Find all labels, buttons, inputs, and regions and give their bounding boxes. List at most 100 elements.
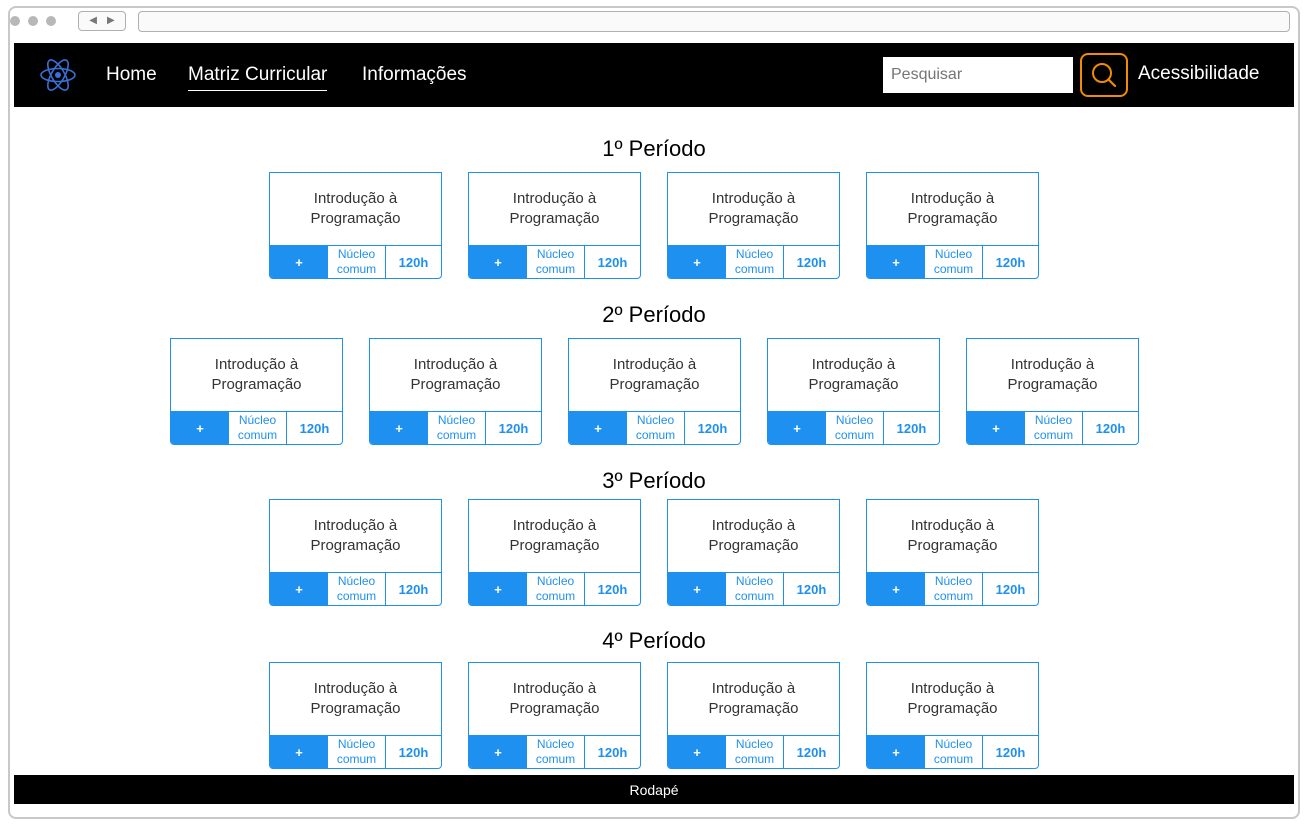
course-core-label: Núcleo comum <box>726 246 784 278</box>
core-line: Núcleo <box>337 247 376 261</box>
expand-course-button[interactable]: + <box>469 736 527 768</box>
course-name-line: Introdução à <box>313 190 398 207</box>
expand-course-button[interactable]: + <box>867 573 925 605</box>
expand-course-button[interactable]: + <box>270 246 328 278</box>
course-core-label: Núcleo comum <box>328 246 386 278</box>
back-arrow-icon[interactable]: ◀ <box>89 16 97 26</box>
course-name[interactable]: Introdução à Programação <box>269 499 442 573</box>
course-name[interactable]: Introdução à Programação <box>170 338 343 412</box>
course-core-label: Núcleo comum <box>428 412 486 444</box>
expand-course-button[interactable]: + <box>668 736 726 768</box>
course-name[interactable]: Introdução à Programação <box>468 499 641 573</box>
course-core-label: Núcleo comum <box>527 246 585 278</box>
search-button[interactable] <box>1080 53 1128 97</box>
core-line: comum <box>237 428 278 442</box>
course-meta: + Núcleo comum 120h <box>468 245 641 279</box>
course-card[interactable]: Introdução à Programação + Núcleo comum 120h <box>866 172 1039 279</box>
nav-informacoes[interactable]: Informações <box>362 64 467 86</box>
course-card[interactable]: Introdução à Programação + Núcleo comum 120h <box>468 172 641 279</box>
course-name-line: Programação <box>410 376 501 393</box>
course-hours: 120h <box>995 254 1026 270</box>
course-card[interactable]: Introdução à Programação + Núcleo comum 120h <box>667 662 840 769</box>
course-card[interactable]: Introdução à Programação + Núcleo comum 120h <box>568 338 741 445</box>
course-card[interactable]: Introdução à Programação + Núcleo comum 120h <box>369 338 542 445</box>
course-name-line: Introdução à <box>612 356 697 373</box>
window-dot-icon[interactable] <box>28 16 38 26</box>
course-name-line: Programação <box>907 700 998 717</box>
course-name[interactable]: Introdução à Programação <box>866 662 1039 736</box>
course-name[interactable]: Introdução à Programação <box>369 338 542 412</box>
course-name[interactable]: Introdução à Programação <box>667 662 840 736</box>
course-name-line: Programação <box>509 210 600 227</box>
expand-course-button[interactable]: + <box>270 573 328 605</box>
window-dot-icon[interactable] <box>10 16 20 26</box>
course-meta: + Núcleo comum 120h <box>667 572 840 606</box>
course-meta: + Núcleo comum 120h <box>170 411 343 445</box>
expand-course-button[interactable]: + <box>867 736 925 768</box>
course-name[interactable]: Introdução à Programação <box>269 662 442 736</box>
course-card[interactable]: Introdução à Programação + Núcleo comum 120h <box>468 662 641 769</box>
course-name-line: Introdução à <box>711 190 796 207</box>
course-card[interactable]: Introdução à Programação + Núcleo comum 120h <box>667 172 840 279</box>
course-card[interactable]: Introdução à Programação + Núcleo comum 120h <box>866 499 1039 606</box>
course-core-label: Núcleo comum <box>627 412 685 444</box>
course-name[interactable]: Introdução à Programação <box>468 172 641 246</box>
footer: Rodapé <box>14 775 1294 804</box>
course-card[interactable]: Introdução à Programação + Núcleo comum 120h <box>468 499 641 606</box>
expand-course-button[interactable]: + <box>469 246 527 278</box>
core-line: Núcleo <box>238 413 277 427</box>
course-card[interactable]: Introdução à Programação + Núcleo comum 120h <box>269 499 442 606</box>
expand-course-button[interactable]: + <box>867 246 925 278</box>
core-line: comum <box>933 262 974 276</box>
course-name-line: Programação <box>211 376 302 393</box>
core-line: comum <box>734 589 775 603</box>
course-card[interactable]: Introdução à Programação + Núcleo comum 120h <box>866 662 1039 769</box>
course-name[interactable]: Introdução à Programação <box>667 499 840 573</box>
expand-course-button[interactable]: + <box>469 573 527 605</box>
course-hours: 120h <box>796 581 827 597</box>
course-name[interactable]: Introdução à Programação <box>966 338 1139 412</box>
core-line: Núcleo <box>337 574 376 588</box>
search-input[interactable] <box>883 57 1073 93</box>
expand-course-button[interactable]: + <box>967 412 1025 444</box>
course-name[interactable]: Introdução à Programação <box>667 172 840 246</box>
course-card[interactable]: Introdução à Programação + Núcleo comum 120h <box>966 338 1139 445</box>
course-card[interactable]: Introdução à Programação + Núcleo comum 120h <box>269 172 442 279</box>
course-meta: + Núcleo comum 120h <box>269 735 442 769</box>
expand-course-button[interactable]: + <box>569 412 627 444</box>
course-name[interactable]: Introdução à Programação <box>767 338 940 412</box>
course-card[interactable]: Introdução à Programação + Núcleo comum 120h <box>170 338 343 445</box>
nav-matriz-curricular[interactable]: Matriz Curricular <box>188 64 328 91</box>
course-name[interactable]: Introdução à Programação <box>568 338 741 412</box>
course-name-line: Programação <box>1007 376 1098 393</box>
forward-arrow-icon[interactable]: ▶ <box>107 16 115 26</box>
core-line: comum <box>535 589 576 603</box>
expand-course-button[interactable]: + <box>171 412 229 444</box>
atom-logo-icon[interactable] <box>38 55 78 95</box>
nav-home[interactable]: Home <box>106 64 157 86</box>
course-name[interactable]: Introdução à Programação <box>269 172 442 246</box>
course-meta: + Núcleo comum 120h <box>568 411 741 445</box>
course-core-label: Núcleo comum <box>229 412 287 444</box>
course-name[interactable]: Introdução à Programação <box>866 172 1039 246</box>
core-line: Núcleo <box>735 574 774 588</box>
expand-course-button[interactable]: + <box>370 412 428 444</box>
url-bar[interactable] <box>138 11 1290 32</box>
course-card[interactable]: Introdução à Programação + Núcleo comum 120h <box>667 499 840 606</box>
course-name-line: Programação <box>708 700 799 717</box>
accessibility-link[interactable]: Acessibilidade <box>1138 63 1259 85</box>
expand-course-button[interactable]: + <box>668 246 726 278</box>
course-name[interactable]: Introdução à Programação <box>866 499 1039 573</box>
course-name-line: Programação <box>509 537 600 554</box>
course-card[interactable]: Introdução à Programação + Núcleo comum 120h <box>767 338 940 445</box>
course-card[interactable]: Introdução à Programação + Núcleo comum 120h <box>269 662 442 769</box>
expand-course-button[interactable]: + <box>768 412 826 444</box>
core-line: comum <box>933 752 974 766</box>
course-name-line: Programação <box>907 537 998 554</box>
course-core-label: Núcleo comum <box>328 736 386 768</box>
expand-course-button[interactable]: + <box>668 573 726 605</box>
window-dot-icon[interactable] <box>46 16 56 26</box>
course-name[interactable]: Introdução à Programação <box>468 662 641 736</box>
expand-course-button[interactable]: + <box>270 736 328 768</box>
course-hours: 120h <box>398 581 429 597</box>
